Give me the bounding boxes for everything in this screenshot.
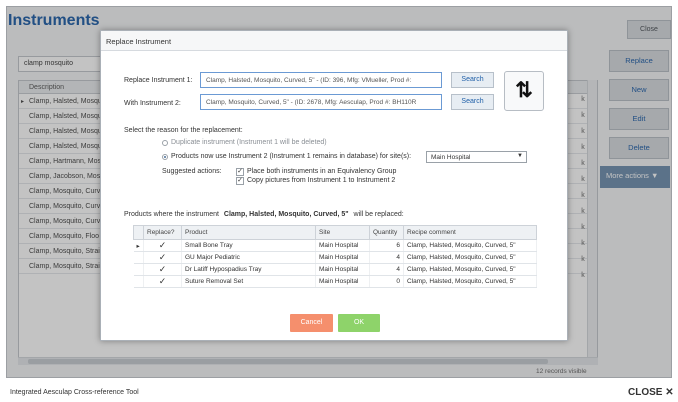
recipe-comment-column-header[interactable]: Recipe comment xyxy=(403,225,537,240)
row-selector-icon: ▸ xyxy=(133,239,144,252)
with-instrument-label: With Instrument 2: xyxy=(124,100,181,107)
row-selector-cell xyxy=(133,251,144,264)
quantity-column-header[interactable]: Quantity xyxy=(369,225,404,240)
products-use-instrument2-option-label: Products now use Instrument 2 (Instrumen… xyxy=(171,153,412,160)
table-row[interactable]: ✓ Dr Latiff Hypospadius Tray Main Hospit… xyxy=(133,263,537,276)
site-cell: Main Hospital xyxy=(315,275,370,288)
recipe-comment-cell: Clamp, Halsted, Mosquito, Curved, 5" xyxy=(403,275,537,288)
search-instrument2-button[interactable]: Search xyxy=(451,94,494,110)
recipe-comment-cell: Clamp, Halsted, Mosquito, Curved, 5" xyxy=(403,263,537,276)
product-column-header[interactable]: Product xyxy=(181,225,316,240)
replace-checkbox[interactable]: ✓ xyxy=(143,251,182,264)
quantity-cell: 4 xyxy=(369,251,404,264)
row-selector-cell xyxy=(133,263,144,276)
site-cell: Main Hospital xyxy=(315,251,370,264)
copy-pictures-label: Copy pictures from Instrument 1 to Instr… xyxy=(247,177,396,184)
site-column-header[interactable]: Site xyxy=(315,225,370,240)
site-cell: Main Hospital xyxy=(315,239,370,252)
recipe-comment-cell: Clamp, Halsted, Mosquito, Curved, 5" xyxy=(403,251,537,264)
replace-checkbox[interactable]: ✓ xyxy=(143,263,182,276)
product-cell: Suture Removal Set xyxy=(181,275,316,288)
quantity-cell: 0 xyxy=(369,275,404,288)
chevron-down-icon: ▼ xyxy=(517,153,523,159)
product-cell: Small Bone Tray xyxy=(181,239,316,252)
table-row[interactable]: ▸ ✓ Small Bone Tray Main Hospital 6 Clam… xyxy=(133,239,537,252)
replace-instrument-input[interactable]: Clamp, Halsted, Mosquito, Curved, 5" - (… xyxy=(200,72,442,88)
recipe-comment-cell: Clamp, Halsted, Mosquito, Curved, 5" xyxy=(403,239,537,252)
products-table: Replace? Product Site Quantity Recipe co… xyxy=(133,225,537,288)
row-selector-cell xyxy=(133,275,144,288)
copy-pictures-checkbox[interactable]: ✓ xyxy=(236,177,244,185)
table-row[interactable]: ✓ GU Major Pediatric Main Hospital 4 Cla… xyxy=(133,251,537,264)
duplicate-instrument-option-label: Duplicate instrument (Instrument 1 will … xyxy=(171,139,327,146)
quantity-cell: 6 xyxy=(369,239,404,252)
reason-label: Select the reason for the replacement: xyxy=(124,127,243,134)
ok-button[interactable]: OK xyxy=(338,314,380,332)
replace-instrument-label: Replace Instrument 1: xyxy=(124,77,193,84)
site-select[interactable]: Main Hospital ▼ xyxy=(426,151,527,163)
product-cell: GU Major Pediatric xyxy=(181,251,316,264)
products-instrument-name: Clamp, Halsted, Mosquito, Curved, 5" xyxy=(223,211,349,218)
suggested-actions-label: Suggested actions: xyxy=(162,168,222,175)
footer-text: Integrated Aesculap Cross-reference Tool xyxy=(10,389,139,396)
quantity-cell: 4 xyxy=(369,263,404,276)
equivalency-group-checkbox[interactable]: ✓ xyxy=(236,168,244,176)
search-instrument1-button[interactable]: Search xyxy=(451,72,494,88)
dialog-title: Replace Instrument xyxy=(101,31,567,51)
with-instrument-input[interactable]: Clamp, Mosquito, Curved, 5" - (ID: 2678,… xyxy=(200,94,442,110)
duplicate-instrument-radio[interactable] xyxy=(162,140,168,146)
replace-column-header[interactable]: Replace? xyxy=(143,225,182,240)
replace-checkbox[interactable]: ✓ xyxy=(143,275,182,288)
equivalency-group-label: Place both instruments in an Equivalency… xyxy=(247,168,397,175)
products-heading: Products where the instrument Clamp, Hal… xyxy=(124,211,404,218)
site-cell: Main Hospital xyxy=(315,263,370,276)
footer-close-button[interactable]: CLOSE ✕ xyxy=(628,387,674,398)
replace-checkbox[interactable]: ✓ xyxy=(143,239,182,252)
products-suffix: will be replaced: xyxy=(353,211,404,218)
products-prefix: Products where the instrument xyxy=(124,211,219,218)
table-row[interactable]: ✓ Suture Removal Set Main Hospital 0 Cla… xyxy=(133,275,537,288)
products-use-instrument2-radio[interactable] xyxy=(162,154,168,160)
replace-instrument-dialog: Replace Instrument Replace Instrument 1:… xyxy=(100,30,568,341)
row-selector-header xyxy=(133,225,144,240)
product-cell: Dr Latiff Hypospadius Tray xyxy=(181,263,316,276)
site-select-value: Main Hospital xyxy=(431,154,471,161)
cancel-button[interactable]: Cancel xyxy=(290,314,333,332)
swap-icon[interactable]: ⇅ xyxy=(504,71,544,111)
